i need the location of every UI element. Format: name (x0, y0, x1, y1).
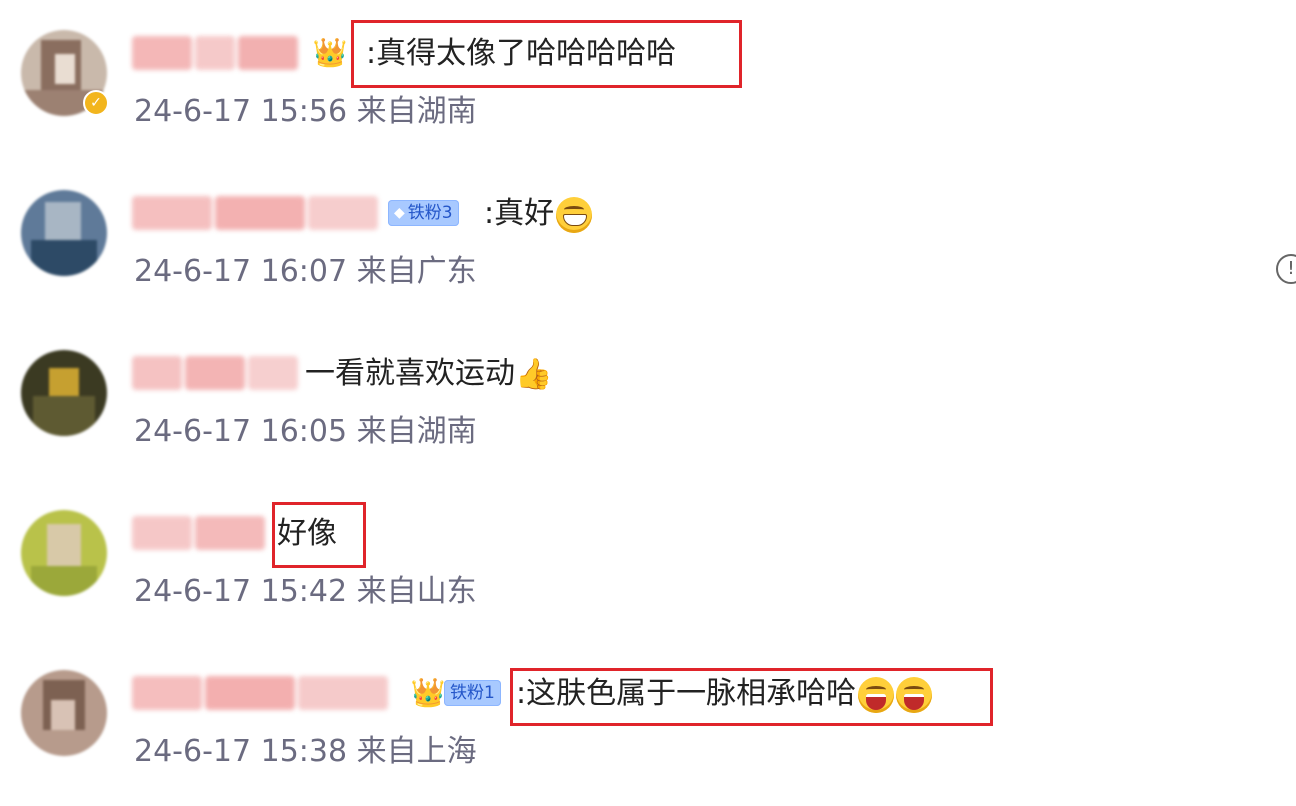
thumbs-up-emoji-icon: 👍 (515, 356, 553, 392)
comment-meta: 24-6-17 16:05 来自湖南 (134, 412, 477, 452)
comment-item: 一看就喜欢运动👍 24-6-17 16:05 来自湖南 (0, 320, 1296, 480)
diamond-icon: ◆ (394, 205, 405, 221)
comment-text-content: :真好 (484, 196, 555, 231)
comment-item: ✓ 👑 :真得太像了哈哈哈哈哈 24-6-17 15:56 来自湖南 (0, 0, 1296, 160)
verified-icon: ✓ (83, 90, 109, 116)
comment-location: 来自山东 (356, 574, 477, 609)
highlight-box (351, 20, 742, 88)
avatar[interactable] (21, 350, 107, 436)
comment-meta: 24-6-17 16:07 来自广东 (134, 252, 477, 292)
comment-time: 24-6-17 15:42 (134, 574, 348, 609)
comment-location: 来自湖南 (356, 414, 477, 449)
comment-text: :真好 (484, 194, 593, 234)
username-blurred[interactable] (132, 36, 298, 70)
username-blurred[interactable] (132, 196, 378, 230)
fans-badge-label: 铁粉1 (450, 683, 495, 703)
comment-meta: 24-6-17 15:42 来自山东 (134, 572, 477, 612)
crown-badge-icon: 👑 (312, 36, 348, 69)
highlight-box (510, 668, 993, 726)
comment-meta: 24-6-17 15:56 来自湖南 (134, 92, 477, 132)
username-blurred[interactable] (132, 516, 265, 550)
fans-badge: ◆ 铁粉3 (388, 200, 459, 226)
comment-time: 24-6-17 16:05 (134, 414, 348, 449)
comment-time: 24-6-17 15:56 (134, 94, 348, 129)
comment-item: ◆ 铁粉3 :真好 24-6-17 16:07 来自广东 (0, 160, 1296, 320)
comment-time: 24-6-17 16:07 (134, 254, 348, 289)
fans-badge: 铁粉1 (444, 680, 501, 706)
comment-time: 24-6-17 15:38 (134, 734, 348, 769)
comment-item: 👑 铁粉1 :这肤色属于一脉相承哈哈 24-6-17 15:38 来自上海 (0, 640, 1296, 800)
comment-item: 好像 24-6-17 15:42 来自山东 (0, 480, 1296, 640)
crown-badge-icon: 👑 (410, 676, 446, 709)
avatar[interactable] (21, 670, 107, 756)
comment-text: 一看就喜欢运动👍 (305, 354, 552, 394)
fans-badge-label: 铁粉3 (407, 203, 453, 223)
comment-location: 来自上海 (356, 734, 477, 769)
username-blurred[interactable] (132, 676, 388, 710)
highlight-box (272, 502, 366, 568)
comment-location: 来自湖南 (356, 94, 477, 129)
avatar[interactable] (21, 190, 107, 276)
grin-emoji-icon (556, 196, 593, 233)
comment-meta: 24-6-17 15:38 来自上海 (134, 732, 477, 772)
avatar[interactable] (21, 510, 107, 596)
comment-location: 来自广东 (356, 254, 477, 289)
comment-text-content: 一看就喜欢运动 (305, 356, 515, 391)
username-blurred[interactable] (132, 356, 298, 390)
